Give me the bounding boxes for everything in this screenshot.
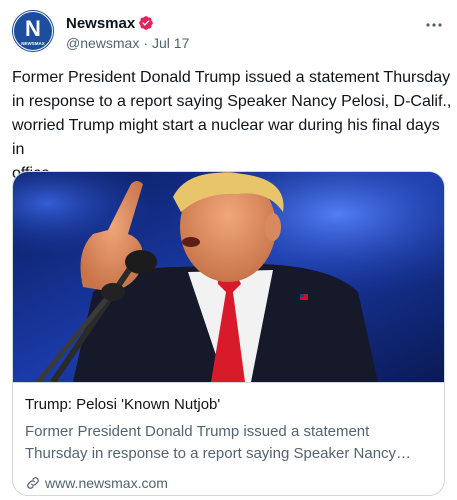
link-card[interactable]: Trump: Pelosi 'Known Nutjob' Former Pres… bbox=[12, 171, 445, 496]
more-options-icon[interactable] bbox=[425, 20, 443, 30]
timestamp[interactable]: Jul 17 bbox=[152, 35, 189, 51]
tweet-text: Former President Donald Trump issued a s… bbox=[12, 66, 452, 186]
card-domain-text: www.newsmax.com bbox=[45, 475, 168, 491]
card-photo[interactable] bbox=[13, 172, 445, 382]
tweet-text-line: worried Trump might start a nuclear war … bbox=[12, 117, 440, 158]
author-block: Newsmax @newsmax · Jul 17 bbox=[66, 14, 189, 52]
handle[interactable]: @newsmax bbox=[66, 35, 139, 51]
tweet-text-line: in response to a report saying Speaker N… bbox=[12, 93, 452, 110]
newsmax-logo-icon: N NEWSMAX bbox=[12, 10, 54, 52]
tweet[interactable]: N NEWSMAX Newsmax @newsmax · Jul 17 Form… bbox=[0, 0, 457, 500]
display-name[interactable]: Newsmax bbox=[66, 15, 135, 32]
card-body[interactable]: Trump: Pelosi 'Known Nutjob' Former Pres… bbox=[13, 382, 444, 491]
verified-badge-icon bbox=[139, 16, 154, 30]
link-icon bbox=[27, 477, 39, 489]
card-description: Former President Donald Trump issued a s… bbox=[25, 423, 412, 462]
card-domain[interactable]: www.newsmax.com bbox=[25, 475, 168, 491]
tweet-text-line: Former President Donald Trump issued a s… bbox=[12, 69, 451, 86]
avatar[interactable]: N NEWSMAX bbox=[12, 10, 54, 52]
meta-separator: · bbox=[143, 35, 149, 51]
avatar-letter: N bbox=[25, 16, 41, 41]
card-title[interactable]: Trump: Pelosi 'Known Nutjob' bbox=[25, 396, 220, 413]
avatar-wordmark: NEWSMAX bbox=[21, 41, 45, 46]
